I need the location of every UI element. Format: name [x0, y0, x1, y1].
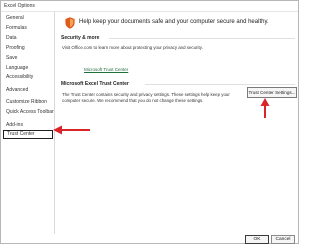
- arrow-to-trust-center: [53, 125, 90, 135]
- annotation-arrows: [53, 98, 270, 135]
- arrow-to-settings-button: [260, 98, 270, 118]
